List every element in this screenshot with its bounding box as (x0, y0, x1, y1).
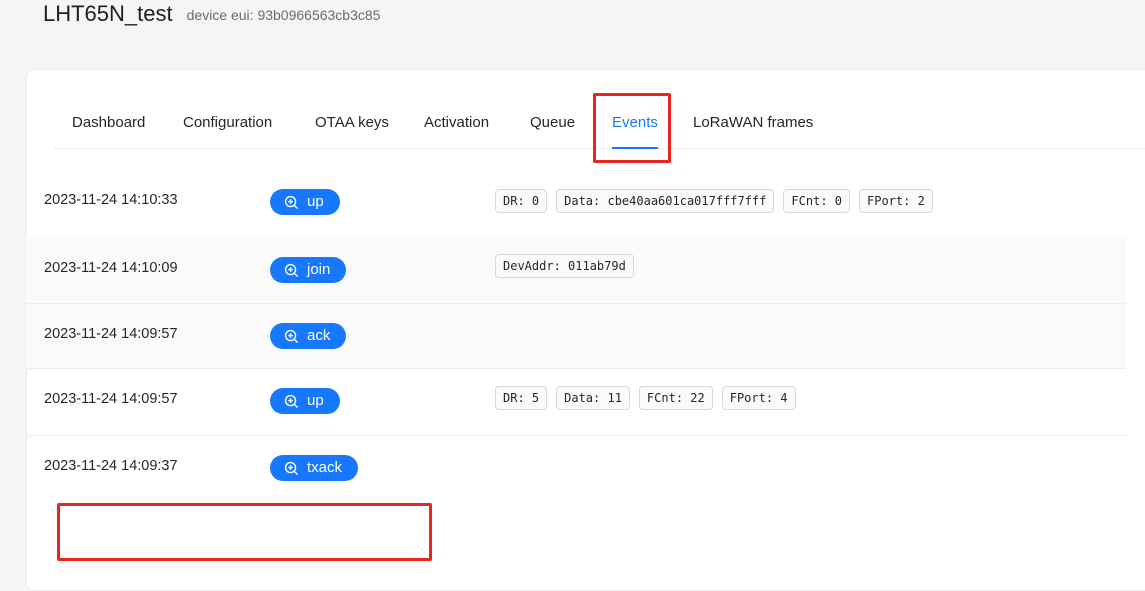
tab-lorawan-frames[interactable]: LoRaWAN frames (693, 94, 813, 148)
event-type-button[interactable]: txack (270, 455, 359, 481)
event-row: 2023-11-24 14:10:33 up DR: 0 Data: cbe40… (26, 168, 1126, 237)
tab-bar: Dashboard Configuration OTAA keys Activa… (53, 94, 1145, 149)
event-time: 2023-11-24 14:10:33 (44, 192, 178, 208)
event-row: 2023-11-24 14:09:57 up DR: 5 Data: 11 FC… (26, 369, 1126, 436)
tab-queue[interactable]: Queue (530, 94, 575, 148)
tab-otaa-keys[interactable]: OTAA keys (315, 94, 389, 148)
page-title: LHT65N_test (43, 1, 173, 26)
tag-data: Data: 11 (556, 386, 630, 410)
zoom-in-icon (284, 461, 299, 475)
device-eui: device eui: 93b0966563cb3c85 (186, 7, 381, 23)
tag-fport: FPort: 4 (721, 386, 796, 410)
event-type-label: ack (307, 327, 331, 344)
event-type-label: join (307, 261, 331, 278)
tab-activation[interactable]: Activation (424, 94, 489, 148)
zoom-in-icon (284, 329, 299, 343)
zoom-in-icon (284, 394, 299, 408)
tag-dr: DR: 5 (495, 386, 548, 410)
event-row: 2023-11-24 14:09:37 txack (26, 436, 1126, 506)
tag-fport: FPort: 2 (859, 189, 933, 213)
event-time: 2023-11-24 14:09:57 (44, 326, 178, 342)
event-type-label: up (307, 392, 324, 409)
tab-events[interactable]: Events (612, 94, 658, 149)
event-row: 2023-11-24 14:10:09 join DevAddr: 011ab7… (26, 236, 1126, 304)
event-time: 2023-11-24 14:10:09 (44, 260, 178, 276)
event-type-button[interactable]: up (270, 388, 340, 414)
tab-dashboard[interactable]: Dashboard (72, 94, 145, 148)
event-tags: DR: 0 Data: cbe40aa601ca017fff7fff FCnt:… (495, 189, 933, 213)
event-time: 2023-11-24 14:09:57 (44, 391, 178, 407)
event-type-label: txack (307, 459, 343, 476)
tag-fcnt: FCnt: 0 (783, 189, 850, 213)
event-time: 2023-11-24 14:09:37 (44, 458, 178, 474)
event-tags: DevAddr: 011ab79d (495, 254, 634, 278)
event-row: 2023-11-24 14:09:57 ack (26, 304, 1126, 369)
event-type-button[interactable]: join (270, 257, 347, 283)
event-tags: DR: 5 Data: 11 FCnt: 22 FPort: 4 (495, 386, 796, 410)
zoom-in-icon (284, 195, 299, 209)
tab-configuration[interactable]: Configuration (183, 94, 272, 148)
tag-devaddr: DevAddr: 011ab79d (495, 254, 634, 278)
tag-fcnt: FCnt: 22 (638, 386, 713, 410)
page-header: LHT65N_test device eui: 93b0966563cb3c85 (43, 0, 380, 34)
tag-dr: DR: 0 (495, 189, 548, 213)
event-type-button[interactable]: ack (270, 323, 347, 349)
tag-data: Data: cbe40aa601ca017fff7fff (556, 189, 775, 213)
event-type-button[interactable]: up (270, 189, 340, 215)
event-type-label: up (307, 193, 324, 210)
zoom-in-icon (284, 263, 299, 277)
